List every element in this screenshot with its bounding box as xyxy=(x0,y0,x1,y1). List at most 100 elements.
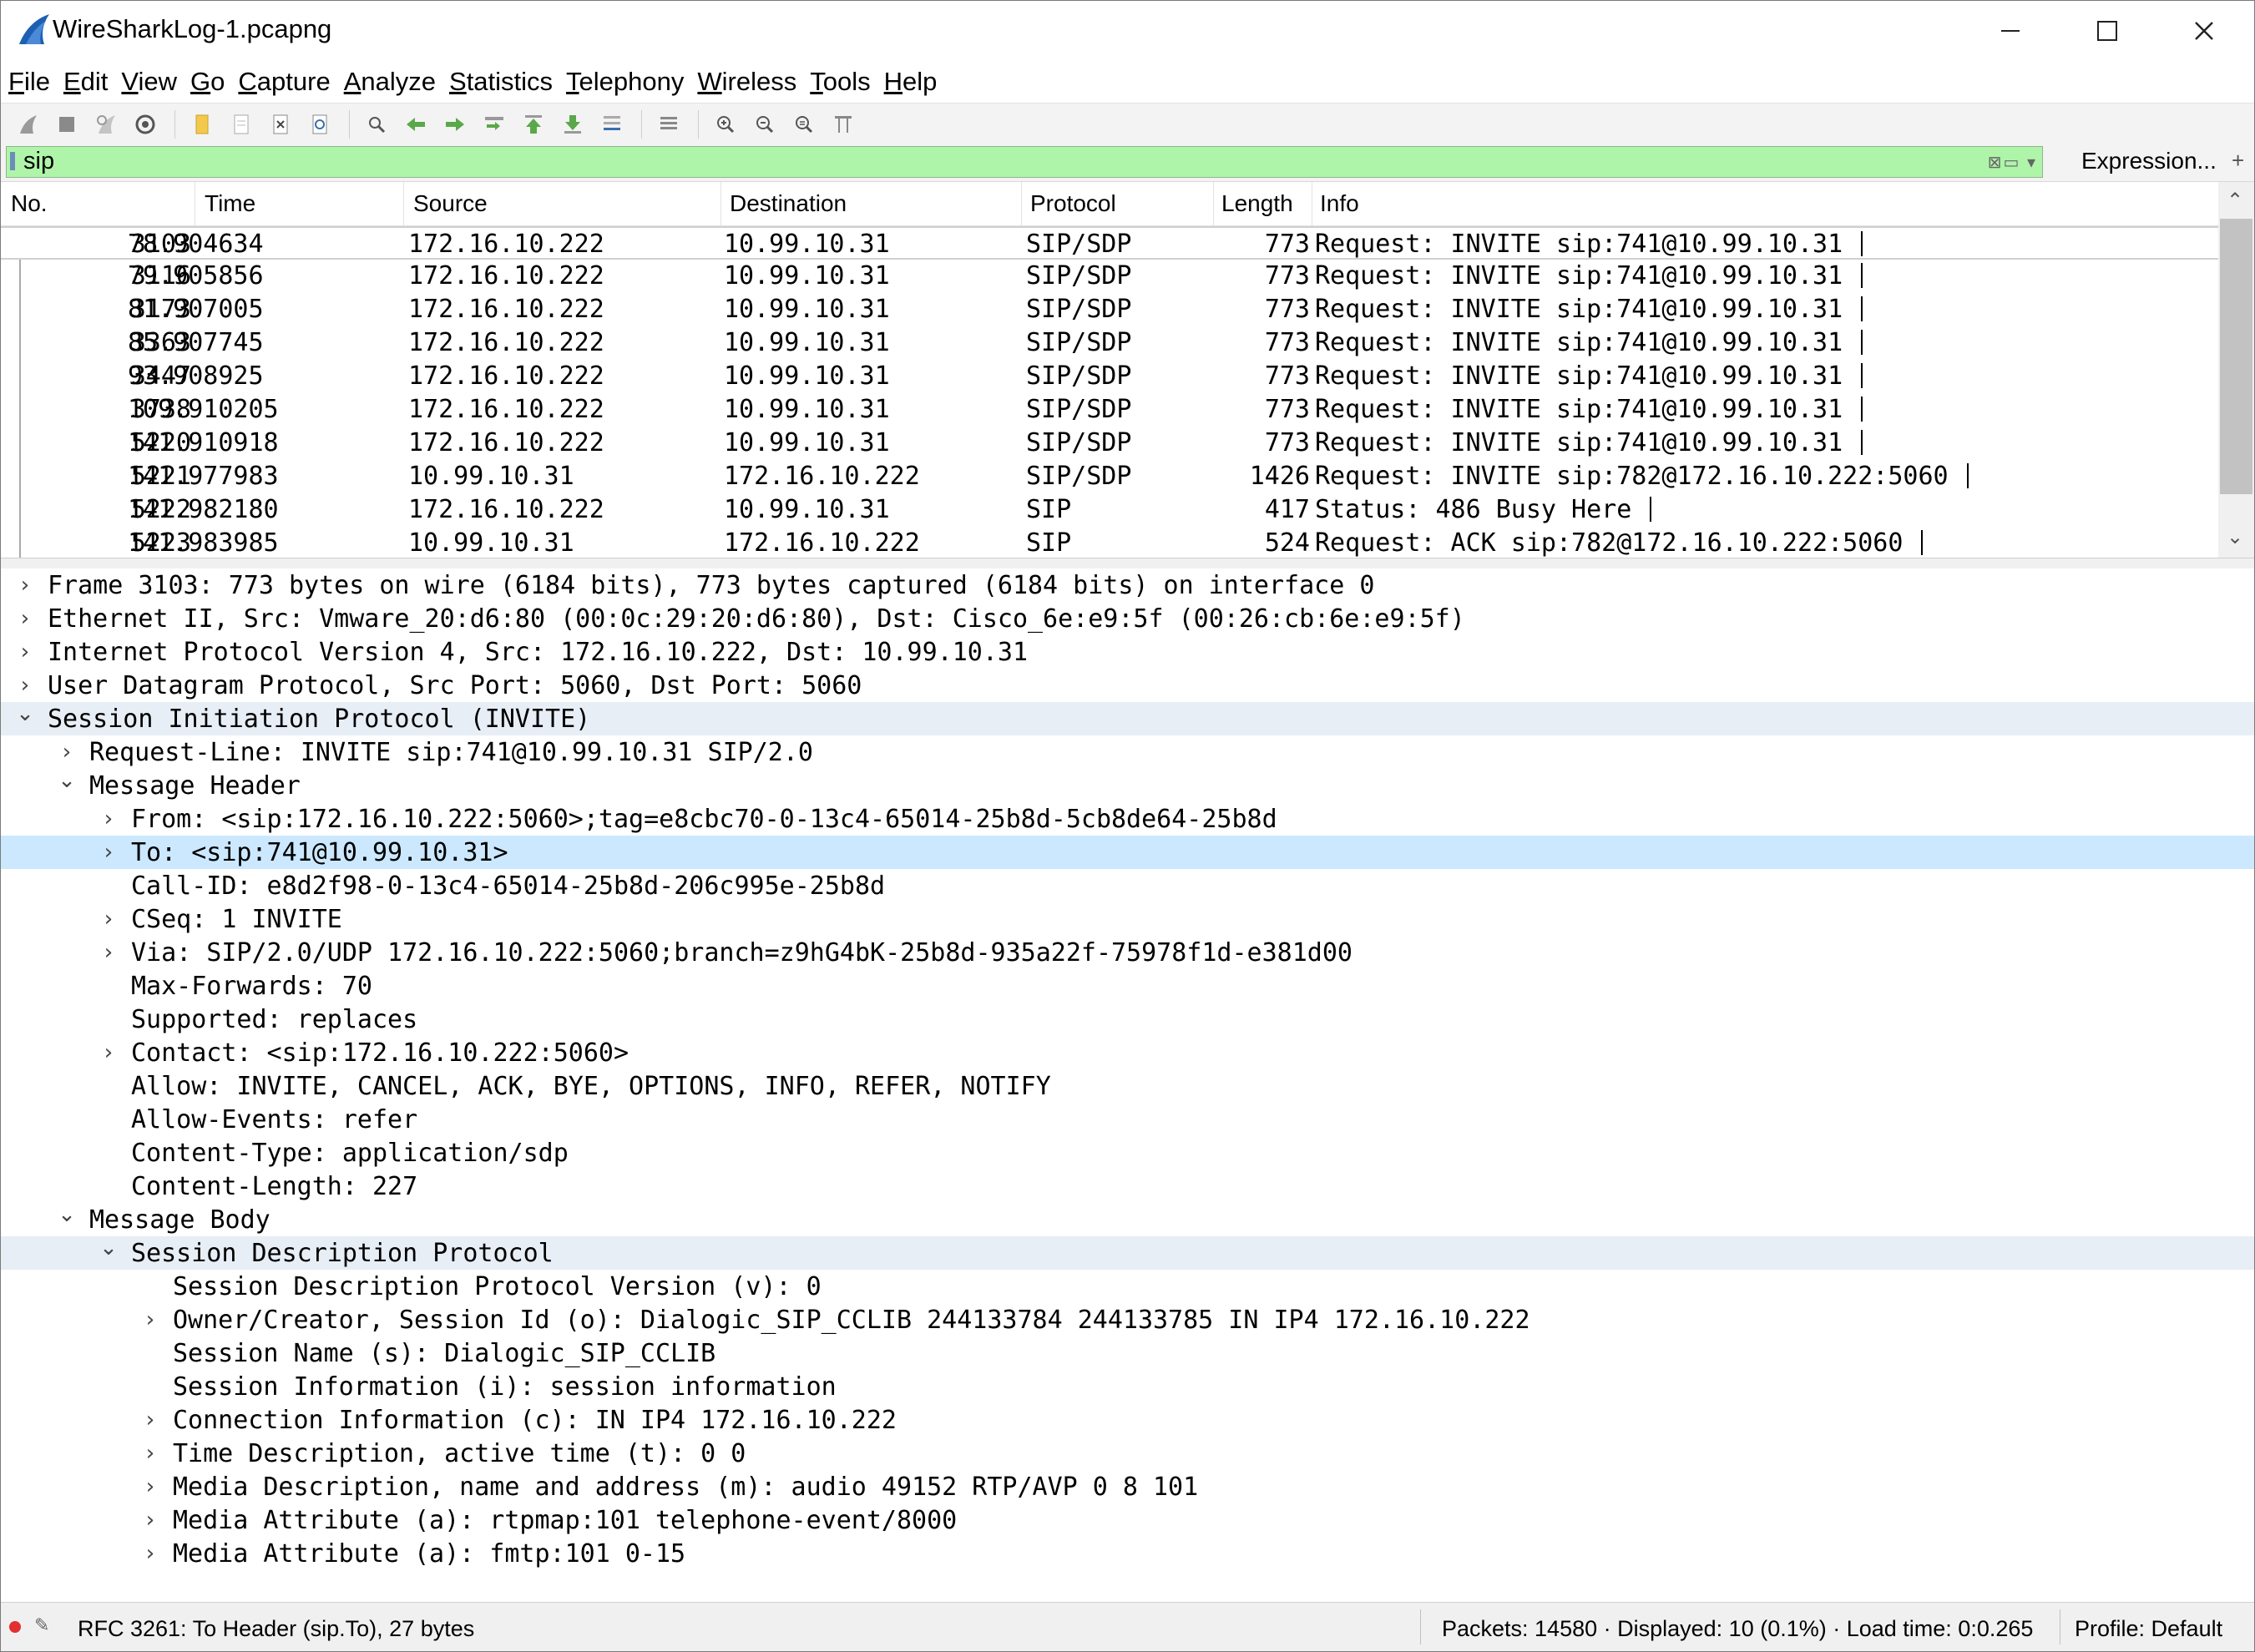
start-capture-button[interactable] xyxy=(13,109,43,139)
detail-row[interactable]: Supported: replaces xyxy=(1,1003,2254,1036)
collapsed-chevron-icon[interactable]: › xyxy=(138,1403,163,1437)
capture-options-button[interactable] xyxy=(130,109,160,139)
expanded-chevron-icon[interactable]: ⌄ xyxy=(54,1203,79,1236)
collapsed-chevron-icon[interactable]: › xyxy=(54,735,79,769)
go-to-packet-button[interactable] xyxy=(479,109,509,139)
packet-row[interactable]: 3363 85.907745 172.16.10.222 10.99.10.31… xyxy=(1,326,2218,360)
detail-row[interactable]: Session Name (s): Dialogic_SIP_CCLIB xyxy=(1,1336,2254,1370)
save-file-button[interactable] xyxy=(226,109,256,139)
collapsed-chevron-icon[interactable]: › xyxy=(138,1437,163,1470)
expanded-chevron-icon[interactable]: ⌄ xyxy=(13,702,38,735)
menu-file[interactable]: File xyxy=(1,67,56,97)
go-back-button[interactable] xyxy=(401,109,431,139)
menu-statistics[interactable]: Statistics xyxy=(442,67,559,97)
restart-capture-button[interactable] xyxy=(91,109,121,139)
collapsed-chevron-icon[interactable]: › xyxy=(96,802,121,836)
collapsed-chevron-icon[interactable]: › xyxy=(13,635,38,669)
detail-row[interactable]: › Time Description, active time (t): 0 0 xyxy=(1,1437,2254,1470)
resize-columns-button[interactable] xyxy=(828,109,858,139)
menu-capture[interactable]: Capture xyxy=(230,67,336,97)
detail-row[interactable]: › Contact: <sip:172.16.10.222:5060> xyxy=(1,1036,2254,1069)
colorize-button[interactable] xyxy=(654,109,684,139)
packet-row[interactable]: 3447 93.908925 172.16.10.222 10.99.10.31… xyxy=(1,360,2218,393)
profile-switcher[interactable]: Profile: Default xyxy=(2075,1616,2222,1642)
expanded-chevron-icon[interactable]: ⌄ xyxy=(54,769,79,802)
close-button[interactable] xyxy=(2156,1,2252,61)
collapsed-chevron-icon[interactable]: › xyxy=(96,1036,121,1069)
collapsed-chevron-icon[interactable]: › xyxy=(13,602,38,635)
detail-row[interactable]: › Frame 3103: 773 bytes on wire (6184 bit… xyxy=(1,568,2254,602)
menu-view[interactable]: View xyxy=(114,67,183,97)
detail-row[interactable]: › Connection Information (c): IN IP4 172.… xyxy=(1,1403,2254,1437)
packet-row[interactable]: 5221 141.977983 10.99.10.31 172.16.10.22… xyxy=(1,460,2218,493)
collapsed-chevron-icon[interactable]: › xyxy=(138,1470,163,1503)
scroll-up-icon[interactable]: ⌃ xyxy=(2227,189,2243,213)
detail-row[interactable]: › Ethernet II, Src: Vmware_20:d6:80 (00:0… xyxy=(1,602,2254,635)
detail-row[interactable]: Max-Forwards: 70 xyxy=(1,969,2254,1003)
normal-size-button[interactable] xyxy=(789,109,819,139)
column-divider[interactable] xyxy=(403,182,404,225)
detail-row[interactable]: Content-Length: 227 xyxy=(1,1170,2254,1203)
reload-file-button[interactable] xyxy=(305,109,335,139)
display-filter-input[interactable]: sip ⊠▭ ▾ xyxy=(6,146,2043,178)
detail-row[interactable]: › Media Description, name and address (m)… xyxy=(1,1470,2254,1503)
detail-row[interactable]: Session Information (i): session informa… xyxy=(1,1370,2254,1403)
packet-row[interactable]: 5222 141.982180 172.16.10.222 10.99.10.3… xyxy=(1,493,2218,527)
detail-row[interactable]: › Request-Line: INVITE sip:741@10.99.10.3… xyxy=(1,735,2254,769)
detail-row[interactable]: › Via: SIP/2.0/UDP 172.16.10.222:5060;bra… xyxy=(1,936,2254,969)
collapsed-chevron-icon[interactable]: › xyxy=(13,669,38,702)
column-no[interactable]: No. xyxy=(11,190,48,217)
collapsed-chevron-icon[interactable]: › xyxy=(13,568,38,602)
collapsed-chevron-icon[interactable]: › xyxy=(138,1303,163,1336)
expert-info-icon[interactable] xyxy=(9,1621,21,1633)
packet-row-selected[interactable]: 3103 78.904634 172.16.10.222 10.99.10.31… xyxy=(1,226,2218,260)
column-length[interactable]: Length xyxy=(1221,190,1293,217)
column-source[interactable]: Source xyxy=(413,190,488,217)
detail-row[interactable]: › Owner/Creator, Session Id (o): Dialogic… xyxy=(1,1303,2254,1336)
find-packet-button[interactable] xyxy=(362,109,392,139)
packet-row[interactable]: 3738 109.910205 172.16.10.222 10.99.10.3… xyxy=(1,393,2218,427)
stop-capture-button[interactable] xyxy=(52,109,82,139)
menu-edit[interactable]: Edit xyxy=(56,67,114,97)
menu-help[interactable]: Help xyxy=(877,67,943,97)
maximize-button[interactable] xyxy=(2059,1,2156,61)
detail-row[interactable]: › User Datagram Protocol, Src Port: 5060,… xyxy=(1,669,2254,702)
menu-go[interactable]: Go xyxy=(183,67,230,97)
scroll-thumb[interactable] xyxy=(2220,219,2252,494)
pane-splitter[interactable] xyxy=(1,558,2254,569)
clear-filter-icon[interactable]: ⊠▭ ▾ xyxy=(1988,152,2037,173)
detail-row[interactable]: Content-Type: application/sdp xyxy=(1,1136,2254,1170)
detail-row[interactable]: ⌄ Session Initiation Protocol (INVITE) xyxy=(1,702,2254,735)
collapsed-chevron-icon[interactable]: › xyxy=(96,902,121,936)
menu-telephony[interactable]: Telephony xyxy=(559,67,690,97)
go-forward-button[interactable] xyxy=(440,109,470,139)
column-info[interactable]: Info xyxy=(1320,190,1359,217)
column-divider[interactable] xyxy=(1213,182,1214,225)
add-filter-button[interactable]: + xyxy=(2232,148,2244,174)
collapsed-chevron-icon[interactable]: › xyxy=(138,1503,163,1537)
autoscroll-button[interactable] xyxy=(597,109,627,139)
open-file-button[interactable] xyxy=(187,109,217,139)
edit-comment-icon[interactable]: ✎ xyxy=(34,1614,49,1636)
packet-list-scrollbar[interactable]: ⌃ ⌄ xyxy=(2218,182,2254,558)
detail-row[interactable]: › To: <sip:741@10.99.10.31> xyxy=(1,836,2254,869)
detail-row[interactable]: › Media Attribute (a): rtpmap:101 telepho… xyxy=(1,1503,2254,1537)
menu-analyze[interactable]: Analyze xyxy=(336,67,442,97)
filter-bookmark-icon[interactable] xyxy=(10,152,15,170)
collapsed-chevron-icon[interactable]: › xyxy=(138,1537,163,1570)
packet-row[interactable]: 3116 79.905856 172.16.10.222 10.99.10.31… xyxy=(1,260,2218,293)
column-time[interactable]: Time xyxy=(205,190,255,217)
detail-row[interactable]: Allow-Events: refer xyxy=(1,1103,2254,1136)
close-file-button[interactable] xyxy=(265,109,296,139)
detail-row[interactable]: Allow: INVITE, CANCEL, ACK, BYE, OPTIONS… xyxy=(1,1069,2254,1103)
expression-button[interactable]: Expression... xyxy=(2081,148,2217,174)
column-protocol[interactable]: Protocol xyxy=(1030,190,1116,217)
detail-row[interactable]: › Internet Protocol Version 4, Src: 172.1… xyxy=(1,635,2254,669)
column-divider[interactable] xyxy=(1021,182,1022,225)
detail-row[interactable]: › CSeq: 1 INVITE xyxy=(1,902,2254,936)
detail-row[interactable]: Call-ID: e8d2f98-0-13c4-65014-25b8d-206c… xyxy=(1,869,2254,902)
scroll-down-icon[interactable]: ⌄ xyxy=(2227,525,2243,549)
menu-tools[interactable]: Tools xyxy=(802,67,876,97)
first-packet-button[interactable] xyxy=(518,109,549,139)
packet-row[interactable]: 5220 141.910918 172.16.10.222 10.99.10.3… xyxy=(1,427,2218,460)
